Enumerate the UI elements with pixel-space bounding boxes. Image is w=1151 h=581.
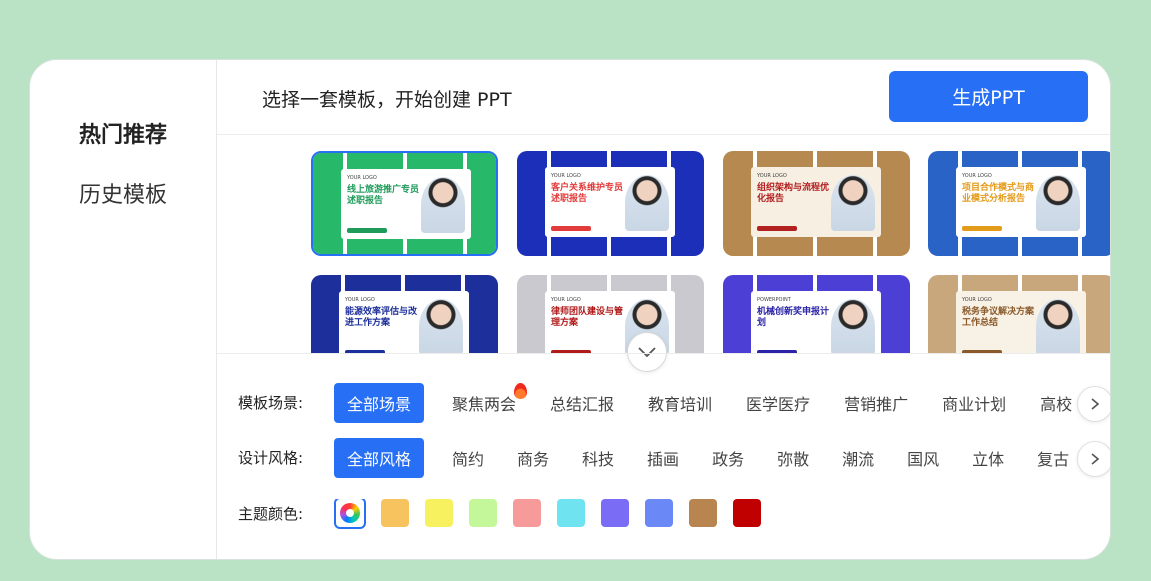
thumbnail-accent-bar [962, 226, 1002, 231]
template-thumbnail[interactable]: YOUR LOGO 客户关系维护专员述职报告 [517, 151, 704, 256]
thumbnail-slide: YOUR LOGO 能源效率评估与改进工作方案 [339, 291, 469, 353]
color-swatch[interactable] [601, 499, 629, 527]
template-picker-card: 热门推荐 历史模板 选择一套模板，开始创建 PPT 生成PPT YOUR LOG… [29, 59, 1111, 560]
style-chip[interactable]: 商务 [517, 438, 549, 478]
scene-chip[interactable]: 营销推广 [844, 383, 908, 423]
template-thumbnail[interactable]: YOUR LOGO 组织架构与流程优化报告 [723, 151, 910, 256]
style-chip[interactable]: 立体 [972, 438, 1004, 478]
thumbnail-slide: YOUR LOGO 客户关系维护专员述职报告 [545, 167, 675, 237]
template-thumbnail[interactable]: YOUR LOGO 律师团队建设与管理方案 [517, 275, 704, 353]
thumbnail-title: 线上旅游推广专员述职报告 [347, 185, 420, 206]
chevron-right-icon [1091, 453, 1099, 465]
style-label: 设计风格: [238, 449, 304, 467]
generate-ppt-button[interactable]: 生成PPT [889, 71, 1088, 122]
filter-panel: 模板场景: 全部场景 聚焦两会 总结汇报 教育培训 医学医疗 营销推广 商业计划 高校 设计风… [217, 353, 1110, 559]
thumbnail-slide: POWERPOINT 机械创新奖申报计划 [751, 291, 881, 353]
scene-chip[interactable]: 商业计划 [942, 383, 1006, 423]
sidebar: 热门推荐 历史模板 [30, 60, 217, 559]
thumbnail-slide: YOUR LOGO 组织架构与流程优化报告 [751, 167, 881, 237]
thumbnail-logo: YOUR LOGO [345, 297, 375, 303]
color-swatch[interactable] [425, 499, 453, 527]
scene-chip[interactable]: 总结汇报 [550, 383, 614, 423]
style-chip[interactable]: 复古 [1037, 438, 1069, 478]
color-swatch[interactable] [469, 499, 497, 527]
style-options: 全部风格 简约 商务 科技 插画 政务 弥散 潮流 国风 立体 复古 [334, 438, 1074, 478]
thumbnail-logo: YOUR LOGO [551, 173, 581, 179]
thumbnail-portrait [419, 299, 463, 353]
scene-chip[interactable]: 医学医疗 [746, 383, 810, 423]
fire-icon [514, 383, 528, 399]
header: 选择一套模板，开始创建 PPT 生成PPT [217, 60, 1110, 135]
color-options [334, 499, 1074, 535]
sidebar-item-history[interactable]: 历史模板 [30, 177, 216, 209]
thumbnail-logo: YOUR LOGO [757, 173, 787, 179]
thumbnail-title: 客户关系维护专员述职报告 [551, 183, 624, 204]
thumbnail-logo: YOUR LOGO [551, 297, 581, 303]
scene-chip[interactable]: 教育培训 [648, 383, 712, 423]
thumbnail-slide: YOUR LOGO 税务争议解决方案工作总结 [956, 291, 1086, 353]
thumbnail-portrait [831, 175, 875, 231]
thumbnail-title: 能源效率评估与改进工作方案 [345, 307, 418, 328]
scene-chip[interactable]: 全部场景 [334, 383, 424, 423]
thumbnail-logo: POWERPOINT [757, 297, 791, 303]
thumbnail-title: 律师团队建设与管理方案 [551, 307, 624, 328]
sidebar-item-hot[interactable]: 热门推荐 [30, 117, 216, 149]
color-swatch[interactable] [513, 499, 541, 527]
scene-chip[interactable]: 高校 [1040, 383, 1072, 423]
thumbnail-title: 机械创新奖申报计划 [757, 307, 830, 328]
color-label: 主题颜色: [238, 505, 304, 523]
style-chip[interactable]: 插画 [647, 438, 679, 478]
style-chip[interactable]: 全部风格 [334, 438, 424, 478]
color-wheel-icon [340, 503, 360, 523]
color-swatch[interactable] [381, 499, 409, 527]
thumbnail-title: 项目合作模式与商业模式分析报告 [962, 183, 1035, 204]
template-thumbnail[interactable]: YOUR LOGO 能源效率评估与改进工作方案 [311, 275, 498, 353]
thumbnail-accent-bar [551, 226, 591, 231]
template-gallery: YOUR LOGO 线上旅游推广专员述职报告 YOUR LOGO 客户关系维护专员述职… [217, 135, 1110, 353]
chevron-right-icon [1091, 398, 1099, 410]
template-thumbnail[interactable]: YOUR LOGO 项目合作模式与商业模式分析报告 [928, 151, 1110, 256]
thumbnail-accent-bar [347, 228, 387, 233]
scene-options: 全部场景 聚焦两会 总结汇报 教育培训 医学医疗 营销推广 商业计划 高校 [334, 383, 1074, 423]
color-swatch[interactable] [557, 499, 585, 527]
style-chip[interactable]: 简约 [452, 438, 484, 478]
thumbnail-portrait [625, 175, 669, 231]
thumbnail-slide: YOUR LOGO 项目合作模式与商业模式分析报告 [956, 167, 1086, 237]
style-chip[interactable]: 国风 [907, 438, 939, 478]
page-hint: 选择一套模板，开始创建 PPT [262, 89, 512, 111]
template-thumbnail[interactable]: POWERPOINT 机械创新奖申报计划 [723, 275, 910, 353]
style-chip[interactable]: 潮流 [842, 438, 874, 478]
thumbnail-title: 组织架构与流程优化报告 [757, 183, 830, 204]
thumbnail-title: 税务争议解决方案工作总结 [962, 307, 1035, 328]
thumbnail-portrait [421, 177, 465, 233]
style-chip[interactable]: 政务 [712, 438, 744, 478]
template-thumbnail[interactable]: YOUR LOGO 线上旅游推广专员述职报告 [311, 151, 498, 256]
color-swatch[interactable] [733, 499, 761, 527]
style-chip[interactable]: 弥散 [777, 438, 809, 478]
thumbnail-logo: YOUR LOGO [347, 175, 377, 181]
thumbnail-logo: YOUR LOGO [962, 297, 992, 303]
thumbnail-logo: YOUR LOGO [962, 173, 992, 179]
style-next-button[interactable] [1077, 441, 1110, 477]
color-swatch[interactable] [645, 499, 673, 527]
scene-chip[interactable]: 聚焦两会 [452, 383, 516, 423]
thumbnail-portrait [1036, 175, 1080, 231]
thumbnail-portrait [831, 299, 875, 353]
color-all-swatch[interactable] [334, 499, 366, 529]
scene-next-button[interactable] [1077, 386, 1110, 422]
style-chip[interactable]: 科技 [582, 438, 614, 478]
color-swatch[interactable] [689, 499, 717, 527]
thumbnail-slide: YOUR LOGO 线上旅游推广专员述职报告 [341, 169, 471, 239]
thumbnail-portrait [1036, 299, 1080, 353]
thumbnail-accent-bar [757, 226, 797, 231]
scene-label: 模板场景: [238, 394, 304, 412]
template-thumbnail[interactable]: YOUR LOGO 税务争议解决方案工作总结 [928, 275, 1110, 353]
